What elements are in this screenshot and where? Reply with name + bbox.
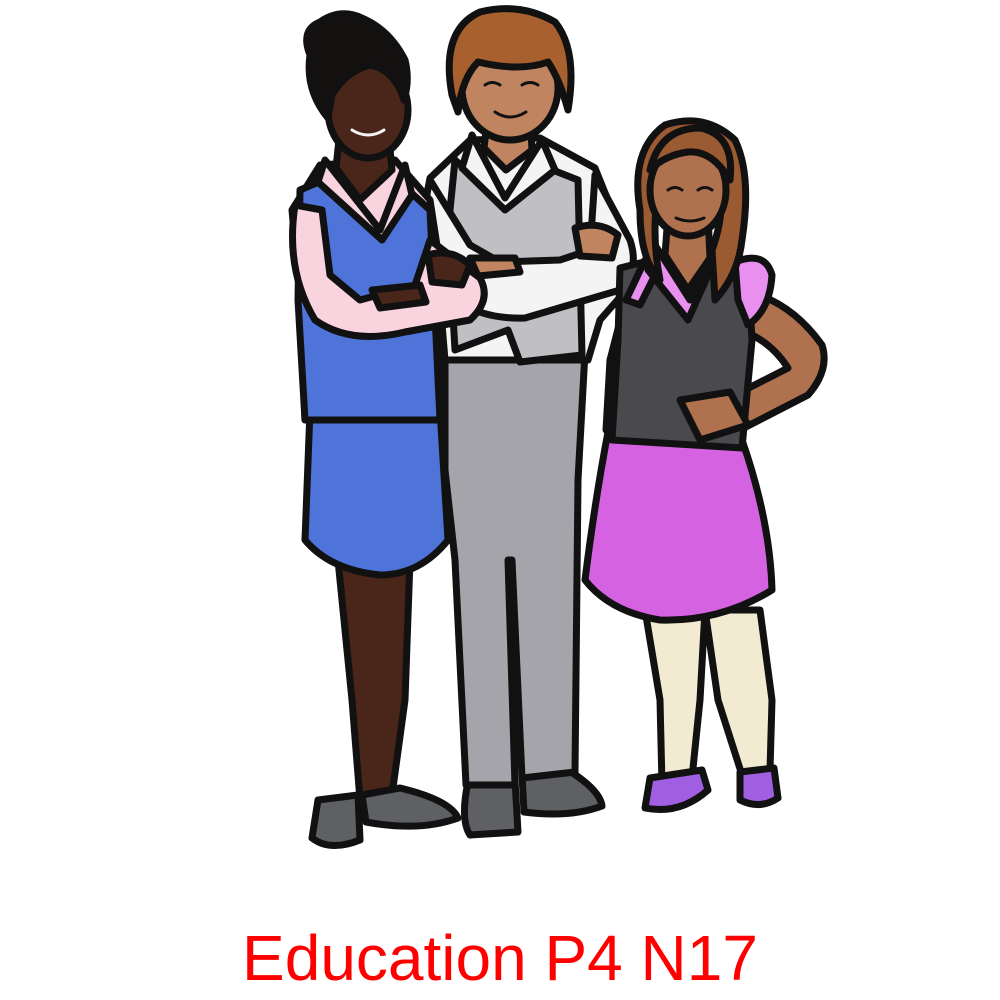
boy-hand-right [571,221,622,262]
girl-blue-skirt [301,406,452,579]
girl-purple-right-shoe [736,764,782,808]
boy-trousers [441,348,589,789]
girl-blue-right-shoe [358,784,462,830]
girl-purple-skirt-shape [581,428,776,624]
girl-purple-tights-right [701,606,776,779]
girl-blue-legs [334,556,414,804]
girl-blue-hand-right [424,249,474,289]
boy-grey-uniform [416,5,639,839]
girl-blue-left-shoe [308,791,364,849]
caption-label: Education P4 N17 [242,922,758,994]
girl-blue-hand-left [368,281,430,312]
students-illustration [288,5,828,849]
girl-purple-left-shoe [641,766,712,814]
girl-purple-tights [641,606,709,789]
